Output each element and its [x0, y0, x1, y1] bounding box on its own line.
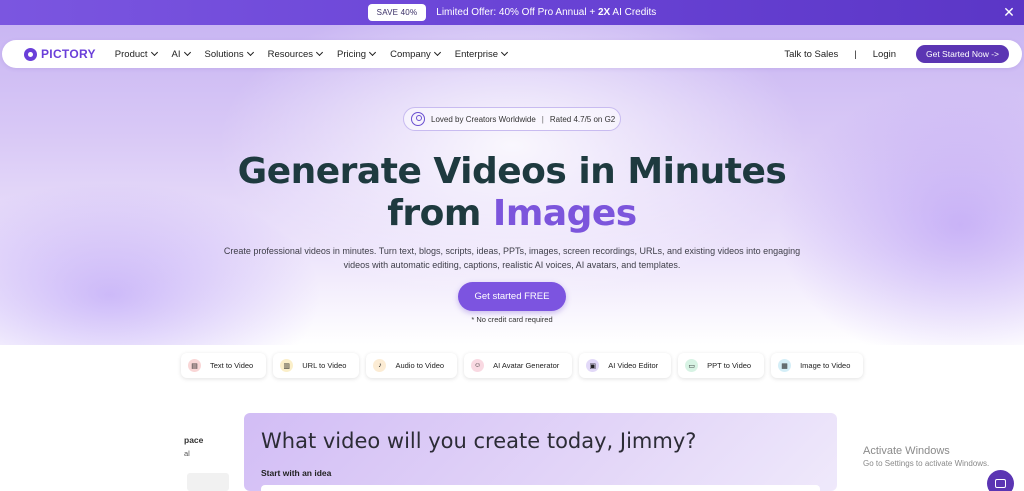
chevron-down-icon [315, 48, 324, 57]
login-link[interactable]: Login [873, 49, 896, 60]
nav-item-label: Resources [267, 48, 314, 60]
user-icon [411, 112, 425, 126]
watermark-line2: Go to Settings to activate Windows. [863, 459, 990, 468]
feature-chip-label: AI Video Editor [608, 361, 659, 370]
feature-chip-label: PPT to Video [707, 361, 752, 370]
feature-chip-label: Audio to Video [395, 361, 445, 370]
workspace-side-sub: al [184, 449, 190, 458]
promo-text-main: Limited Offer: 40% Off Pro Annual + [436, 7, 598, 18]
chevron-down-icon [150, 48, 158, 57]
feature-chip[interactable]: ▥ URL to Video [273, 353, 360, 378]
no-credit-card-note: * No credit card required [471, 315, 553, 324]
talk-to-sales-link[interactable]: Talk to Sales [784, 49, 838, 60]
promo-text-end: AI Credits [610, 7, 657, 18]
feature-chip[interactable]: ▭ PPT to Video [678, 353, 765, 378]
nav-item-company[interactable]: Company [390, 48, 441, 60]
chevron-down-icon [183, 48, 191, 57]
rating-separator: | [541, 114, 544, 124]
chevron-down-icon [433, 48, 441, 57]
idea-input[interactable] [261, 485, 820, 491]
nav-right: Talk to Sales | Login Get Started Now -> [784, 45, 1022, 63]
feature-chip-label: Image to Video [800, 361, 851, 370]
rating-badge: Loved by Creators Worldwide | Rated 4.7/… [403, 107, 621, 131]
hero-subtitle: Create professional videos in minutes. T… [223, 246, 801, 270]
feature-chip-label: URL to Video [302, 361, 347, 370]
feature-chip[interactable]: ♪ Audio to Video [366, 353, 458, 378]
nav-item-product[interactable]: Product [114, 48, 158, 60]
chevron-down-icon [501, 48, 509, 57]
nav-item-ai[interactable]: AI [171, 48, 191, 60]
feature-chip[interactable]: ▦ Image to Video [771, 353, 864, 378]
hero-title-line2: from Images [0, 193, 1024, 234]
nav-item-label: Company [390, 48, 431, 60]
chat-button[interactable] [987, 470, 1014, 491]
nav-item-label: Enterprise [454, 48, 499, 60]
hero-title-accent: Images [492, 193, 637, 234]
top-nav: PICTORY Product AI Solutions Resources P… [2, 40, 1022, 68]
save-badge[interactable]: SAVE 40% [367, 4, 427, 21]
get-started-now-button[interactable]: Get Started Now -> [916, 45, 1009, 63]
rating-badge-text: Loved by Creators Worldwide [431, 114, 536, 124]
video-editor-icon: ▣ [586, 359, 600, 372]
feature-chip[interactable]: ▤ Text to Video [181, 353, 267, 378]
workspace-side-title: pace [184, 435, 204, 445]
watermark-line1: Activate Windows [863, 445, 950, 457]
feature-chip-label: Text to Video [210, 361, 254, 370]
feature-chip-label: AI Avatar Generator [493, 361, 560, 370]
image-icon: ▦ [778, 359, 792, 372]
panel-title: What video will you create today, Jimmy? [261, 429, 697, 453]
hero-title-line1: Generate Videos in Minutes [237, 151, 787, 192]
chat-icon [995, 479, 1006, 488]
hero-title-from: from [387, 193, 481, 234]
nav-item-label: Pricing [337, 48, 367, 60]
rating-score: Rated 4.7/5 on G2 [549, 114, 616, 124]
promo-text-bold: 2X [597, 7, 611, 18]
logo-mark-icon [24, 47, 37, 61]
nav-menu: Product AI Solutions Resources Pricing C… [115, 49, 522, 60]
nav-item-label: Solutions [204, 48, 244, 60]
chevron-down-icon [246, 48, 254, 57]
link-doc-icon: ▥ [280, 359, 294, 372]
close-icon[interactable]: ✕ [1001, 4, 1017, 20]
pictory-logo[interactable]: PICTORY [24, 47, 96, 61]
nav-item-label: Product [114, 48, 148, 60]
promo-banner: SAVE 40% Limited Offer: 40% Off Pro Annu… [0, 0, 1024, 25]
nav-item-pricing[interactable]: Pricing [337, 48, 377, 60]
get-started-free-button[interactable]: Get started FREE [458, 282, 566, 311]
logo-text: PICTORY [41, 47, 96, 61]
text-doc-icon: ▤ [188, 359, 201, 372]
create-video-panel: What video will you create today, Jimmy?… [244, 413, 837, 491]
nav-item-enterprise[interactable]: Enterprise [454, 48, 509, 60]
nav-item-solutions[interactable]: Solutions [204, 48, 254, 60]
nav-item-label: AI [171, 48, 181, 60]
feature-chip[interactable]: ☺ AI Avatar Generator [464, 353, 573, 378]
feature-chips: ▤ Text to Video ▥ URL to Video ♪ Audio to Vid… [181, 353, 870, 378]
chevron-down-icon [369, 48, 377, 57]
nav-item-resources[interactable]: Resources [267, 48, 324, 60]
avatar-icon: ☺ [471, 359, 485, 372]
nav-separator: | [854, 48, 857, 60]
feature-chip[interactable]: ▣ AI Video Editor [579, 353, 672, 378]
windows-watermark: Activate Windows Go to Settings to activ… [863, 445, 989, 468]
workspace-side-block [187, 473, 229, 491]
start-with-idea-label: Start with an idea [261, 468, 332, 478]
presentation-icon: ▭ [685, 359, 699, 372]
microphone-icon: ♪ [373, 359, 387, 372]
promo-text: Limited Offer: 40% Off Pro Annual + 2X A… [436, 7, 656, 18]
